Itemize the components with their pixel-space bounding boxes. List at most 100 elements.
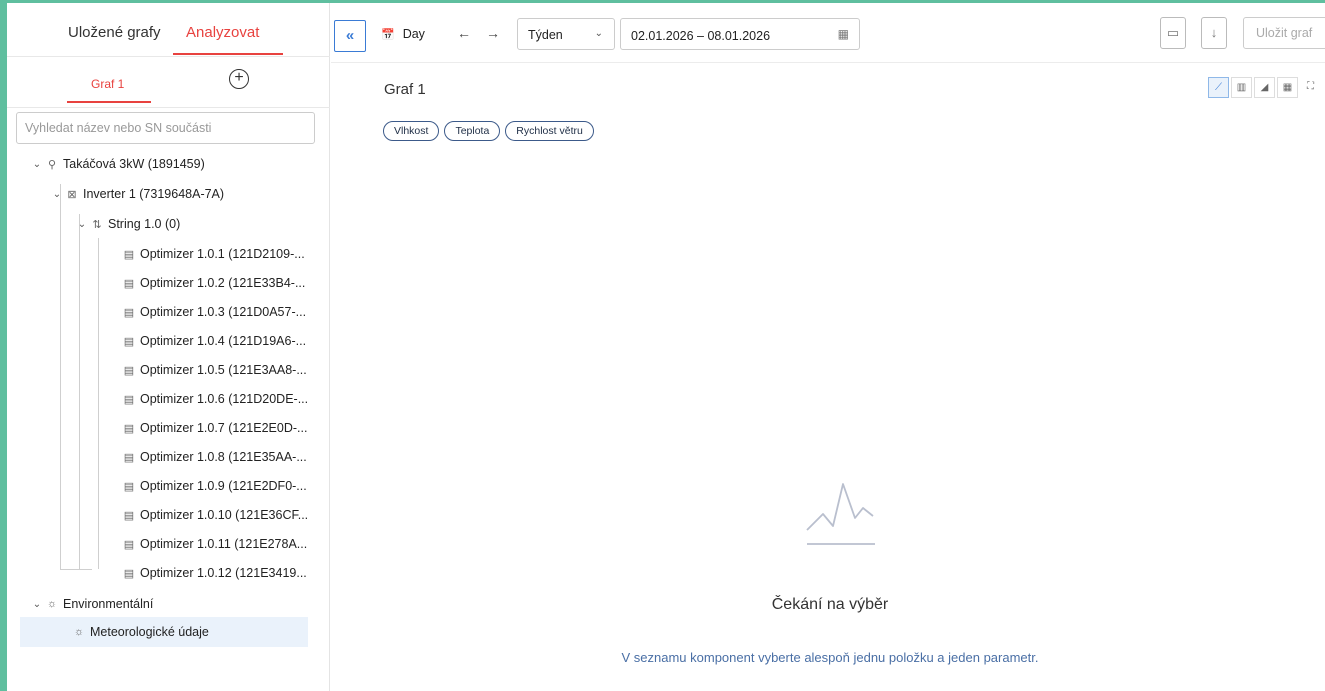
- arrow-left-icon[interactable]: ←: [457, 25, 471, 41]
- add-graph-button[interactable]: +: [229, 69, 249, 89]
- tab-saved-graphs[interactable]: Uložené grafy: [68, 24, 161, 41]
- tree-item-environmental[interactable]: ⌄ ☼ Environmentální: [29, 592, 154, 616]
- tree-connector: [79, 214, 80, 570]
- tree-item-optimizer[interactable]: ▤ Optimizer 1.0.8 (121E35AA-...: [122, 445, 307, 469]
- chart-placeholder-icon: [806, 483, 875, 545]
- collapse-sidebar-button[interactable]: «: [334, 20, 366, 52]
- tree-item-label: Optimizer 1.0.7 (121E2E0D-...: [140, 421, 308, 435]
- tab-graf-1[interactable]: Graf 1: [91, 77, 124, 91]
- date-range-picker[interactable]: 02.01.2026 – 08.01.2026 ▦: [620, 18, 860, 50]
- optimizer-icon: ▤: [123, 335, 135, 348]
- tree-item-optimizer[interactable]: ▤ Optimizer 1.0.7 (121E2E0D-...: [122, 416, 308, 440]
- tree-item-optimizer[interactable]: ▤ Optimizer 1.0.5 (121E3AA8-...: [122, 358, 307, 382]
- optimizer-icon: ▤: [123, 364, 135, 377]
- tree-item-label: Takáčová 3kW (1891459): [63, 157, 205, 171]
- tree-item-label: String 1.0 (0): [108, 217, 181, 231]
- tree-item-label: Optimizer 1.0.10 (121E36CF...: [140, 508, 309, 522]
- page-title: Graf 1: [384, 81, 426, 98]
- inverter-icon: ⊠: [67, 188, 77, 201]
- chip-temperature[interactable]: Teplota: [444, 121, 501, 141]
- optimizer-icon: ▤: [123, 277, 135, 290]
- graph-tab-indicator: [67, 101, 151, 103]
- sun-icon: ☼: [73, 626, 85, 638]
- tree-item-optimizer[interactable]: ▤ Optimizer 1.0.3 (121D0A57-...: [122, 300, 306, 324]
- tree-item-optimizer[interactable]: ▤ Optimizer 1.0.9 (121E2DF0-...: [122, 474, 307, 498]
- plus-circle-icon: +: [234, 69, 244, 86]
- expand-icon[interactable]: ⛶: [1300, 77, 1321, 98]
- window-frame-left: [0, 0, 7, 691]
- active-tab-indicator: [173, 53, 283, 55]
- chevron-down-icon[interactable]: ⌄: [49, 189, 65, 200]
- tree-item-optimizer[interactable]: ▤ Optimizer 1.0.10 (121E36CF...: [122, 503, 308, 527]
- parameter-chips: Vlhkost Teplota Rychlost větru: [383, 121, 599, 141]
- calendar-icon: 📅: [381, 28, 395, 41]
- download-button[interactable]: ↓: [1201, 17, 1227, 49]
- string-icon: ⇅: [92, 218, 102, 231]
- tree-item-optimizer[interactable]: ▤ Optimizer 1.0.6 (121D20DE-...: [122, 387, 308, 411]
- sidebar: Uložené grafy Analyzovat Graf 1 + ⌄ ⚲ Ta…: [7, 3, 330, 691]
- range-select-value: Týden: [528, 28, 563, 42]
- chip-humidity[interactable]: Vlhkost: [383, 121, 440, 141]
- tree-item-optimizer[interactable]: ▤ Optimizer 1.0.4 (121D19A6-...: [122, 329, 306, 353]
- chevron-down-icon: ⌄: [594, 28, 603, 39]
- optimizer-icon: ▤: [123, 538, 135, 551]
- tree-connector: [98, 238, 99, 569]
- period-label: Day: [402, 27, 425, 41]
- tree-item-optimizer[interactable]: ▤ Optimizer 1.0.1 (121D2109-...: [122, 242, 305, 266]
- sun-icon: ☼: [46, 598, 58, 610]
- tree-item-label: Optimizer 1.0.12 (121E3419...: [140, 566, 307, 580]
- tree-item-label: Optimizer 1.0.2 (121E33B4-...: [140, 276, 306, 290]
- export-image-button[interactable]: ▭: [1160, 17, 1186, 49]
- bar-chart-icon[interactable]: ▥: [1231, 77, 1252, 98]
- tree-item-label: Inverter 1 (7319648A-7A): [83, 187, 225, 201]
- save-graph-button[interactable]: Uložit graf: [1243, 17, 1325, 49]
- optimizer-icon: ▤: [123, 509, 135, 522]
- graph-tabs: Graf 1 +: [7, 57, 330, 108]
- date-range-value: 02.01.2026 – 08.01.2026: [631, 29, 771, 43]
- image-icon: ▭: [1166, 25, 1180, 40]
- tree-item-label: Optimizer 1.0.1 (121D2109-...: [140, 247, 305, 261]
- period-button[interactable]: 📅 Day: [381, 27, 425, 41]
- arrow-right-icon[interactable]: →: [486, 25, 500, 41]
- tree-item-string[interactable]: ⌄ ⇅ String 1.0 (0): [74, 212, 180, 236]
- toolbar: « 📅 Day ← → Týden ⌄ 02.01.2026 – 08.01.2…: [331, 3, 1325, 63]
- tree-connector: [60, 569, 92, 570]
- tree-item-inverter[interactable]: ⌄ ⊠ Inverter 1 (7319648A-7A): [49, 182, 224, 206]
- chevron-down-icon[interactable]: ⌄: [74, 219, 90, 230]
- line-chart-icon[interactable]: ⟋: [1208, 77, 1229, 98]
- empty-state-text: V seznamu komponent vyberte alespoň jedn…: [621, 650, 1039, 665]
- chevron-down-icon[interactable]: ⌄: [29, 159, 45, 170]
- chip-wind-speed[interactable]: Rychlost větru: [505, 121, 594, 141]
- chevron-down-icon[interactable]: ⌄: [29, 599, 45, 610]
- optimizer-icon: ▤: [123, 393, 135, 406]
- tree-item-label: Optimizer 1.0.4 (121D19A6-...: [140, 334, 307, 348]
- map-pin-icon: ⚲: [47, 158, 57, 171]
- sidebar-main-tabs: Uložené grafy Analyzovat: [7, 3, 330, 57]
- empty-state-title: Čekání na výběr: [771, 596, 889, 613]
- download-icon: ↓: [1210, 25, 1218, 40]
- area-chart-icon[interactable]: ◢: [1254, 77, 1275, 98]
- tree-item-label: Environmentální: [63, 597, 154, 611]
- tree-item-site[interactable]: ⌄ ⚲ Takáčová 3kW (1891459): [29, 152, 205, 176]
- optimizer-icon: ▤: [123, 480, 135, 493]
- optimizer-icon: ▤: [123, 422, 135, 435]
- tree-connector: [60, 184, 61, 569]
- tree-item-weather-data[interactable]: ☼ Meteorologické údaje: [20, 617, 308, 647]
- tree-item-label: Optimizer 1.0.11 (121E278A...: [140, 537, 308, 551]
- calendar-icon: ▦: [837, 27, 849, 41]
- tree-item-optimizer[interactable]: ▤ Optimizer 1.0.11 (121E278A...: [122, 532, 307, 556]
- tree-item-label: Optimizer 1.0.5 (121E3AA8-...: [140, 363, 307, 377]
- tree-item-optimizer[interactable]: ▤ Optimizer 1.0.12 (121E3419...: [122, 561, 307, 585]
- tree-item-label: Optimizer 1.0.3 (121D0A57-...: [140, 305, 307, 319]
- optimizer-icon: ▤: [123, 451, 135, 464]
- tab-analyze[interactable]: Analyzovat: [186, 24, 259, 41]
- optimizer-icon: ▤: [123, 567, 135, 580]
- tree-item-optimizer[interactable]: ▤ Optimizer 1.0.2 (121E33B4-...: [122, 271, 306, 295]
- table-icon[interactable]: ▦: [1277, 77, 1298, 98]
- component-search-input[interactable]: [16, 112, 315, 144]
- tree-item-label: Optimizer 1.0.6 (121D20DE-...: [140, 392, 309, 406]
- tree-item-label: Optimizer 1.0.8 (121E35AA-...: [140, 450, 307, 464]
- range-select[interactable]: Týden ⌄: [517, 18, 615, 50]
- view-mode-switcher: ⟋ ▥ ◢ ▦ ⛶: [1208, 77, 1323, 98]
- chevrons-left-icon: «: [345, 27, 355, 44]
